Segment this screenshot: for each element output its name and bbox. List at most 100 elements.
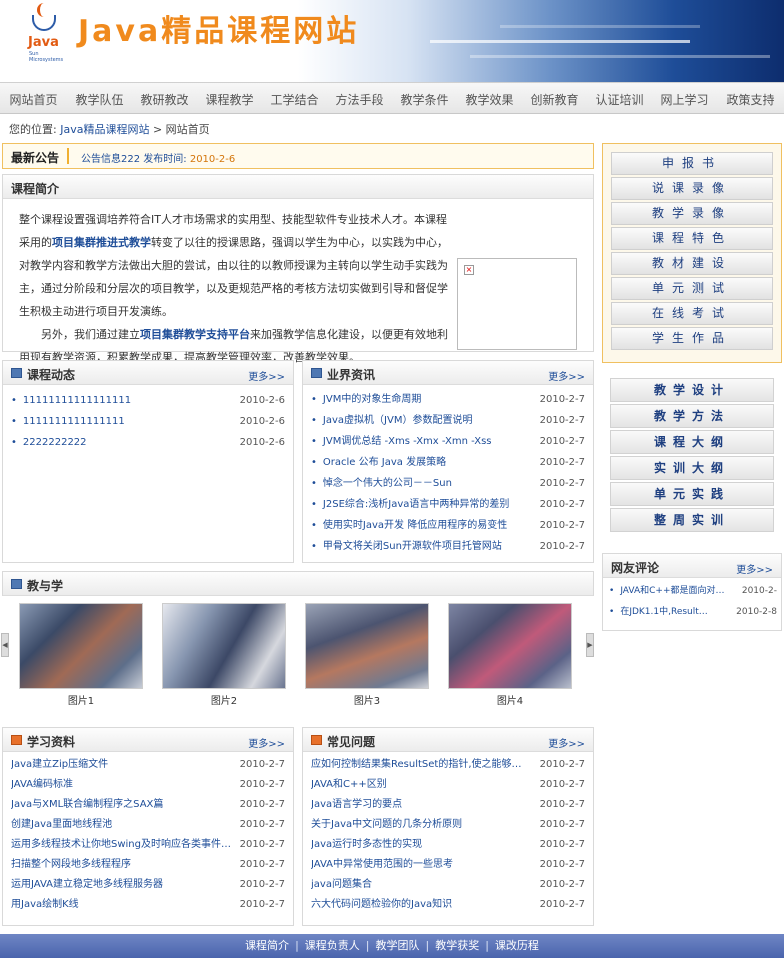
list-item-text[interactable]: 甲骨文将关闭Sun开源软件项目托管网站 [311, 536, 502, 557]
list-item-text[interactable]: 创建Java里面地线程池 [11, 815, 112, 835]
nav-item-online-learning[interactable]: 网上学习 [652, 83, 717, 113]
nav-item-home[interactable]: 网站首页 [0, 83, 67, 113]
list-item[interactable]: 11111111111111111 2010-2-6 [3, 390, 293, 411]
nav-item-course-teaching[interactable]: 课程教学 [197, 83, 262, 113]
scroll-right-arrow-icon[interactable]: ▶ [586, 633, 594, 657]
nav-item-team[interactable]: 教学队伍 [67, 83, 132, 113]
gallery-photo[interactable] [305, 603, 429, 689]
gallery-photo[interactable] [19, 603, 143, 689]
nav-item-research[interactable]: 教研教改 [132, 83, 197, 113]
intro-highlight-link[interactable]: 项目集群教学支持平台 [140, 328, 250, 341]
study-materials-more-link[interactable]: 更多>> [248, 735, 285, 750]
nav-item-effects[interactable]: 教学效果 [457, 83, 522, 113]
list-item-text[interactable]: 扫描整个网段地多线程程序 [11, 855, 131, 875]
list-item-text[interactable]: J2SE综合:浅析Java语言中两种异常的差别 [311, 494, 509, 515]
scroll-left-arrow-icon[interactable]: ◀ [1, 633, 9, 657]
list-item[interactable]: 使用实时Java开发 降低应用程序的易变性 2010-2-7 [303, 515, 593, 536]
side-menu-item-teaching-method[interactable]: 教学方法 [610, 404, 774, 428]
side-menu-item-application[interactable]: 申报书 [611, 152, 773, 175]
list-item-text[interactable]: JAVA和C++区别 [311, 775, 387, 795]
side-menu-item-teaching-video[interactable]: 教学录像 [611, 202, 773, 225]
list-item[interactable]: JAVA编码标准 2010-2-7 [3, 775, 293, 795]
side-menu-item-unit-practice[interactable]: 单元实践 [610, 482, 774, 506]
list-item-text[interactable]: JVM调优总结 -Xms -Xmx -Xmn -Xss [311, 431, 492, 452]
side-menu-item-training-outline[interactable]: 实训大纲 [610, 456, 774, 480]
list-item[interactable]: JAVA和C++区别 2010-2-7 [303, 775, 593, 795]
side-menu-item-syllabus[interactable]: 课程大纲 [610, 430, 774, 454]
side-menu-item-student-works[interactable]: 学生作品 [611, 327, 773, 350]
list-item[interactable]: JAVA中异常使用范围的一些思考 2010-2-7 [303, 855, 593, 875]
list-item[interactable]: J2SE综合:浅析Java语言中两种异常的差别 2010-2-7 [303, 494, 593, 515]
side-menu-item-lecture-video[interactable]: 说课录像 [611, 177, 773, 200]
nav-item-conditions[interactable]: 教学条件 [392, 83, 457, 113]
side-menu-item-teaching-design[interactable]: 教学设计 [610, 378, 774, 402]
nav-item-innovation[interactable]: 创新教育 [522, 83, 587, 113]
list-item[interactable]: 应如何控制结果集ResultSet的指针,使之能够… 2010-2-7 [303, 755, 593, 775]
list-item[interactable]: Java与XML联合编制程序之SAX篇 2010-2-7 [3, 795, 293, 815]
list-item-text[interactable]: Java与XML联合编制程序之SAX篇 [11, 795, 163, 815]
intro-highlight-link[interactable]: 项目集群推进式教学 [52, 236, 151, 249]
list-item[interactable]: 运用多线程技术让你地Swing及时响应各类事件… 2010-2-7 [3, 835, 293, 855]
list-item-text[interactable]: JAVA编码标准 [11, 775, 73, 795]
list-item[interactable]: JVM中的对象生命周期 2010-2-7 [303, 389, 593, 410]
list-item[interactable]: java问题集合 2010-2-7 [303, 875, 593, 895]
list-item[interactable]: Oracle 公布 Java 发展策略 2010-2-7 [303, 452, 593, 473]
list-item-text[interactable]: java问题集合 [311, 875, 372, 895]
gallery-photo[interactable] [448, 603, 572, 689]
list-item[interactable]: JVM调优总结 -Xms -Xmx -Xmn -Xss 2010-2-7 [303, 431, 593, 452]
list-item[interactable]: 创建Java里面地线程池 2010-2-7 [3, 815, 293, 835]
nav-item-policy[interactable]: 政策支持 [717, 83, 784, 113]
faq-more-link[interactable]: 更多>> [548, 735, 585, 750]
list-item[interactable]: 甲骨文将关闭Sun开源软件项目托管网站 2010-2-7 [303, 536, 593, 557]
list-item-text[interactable]: 应如何控制结果集ResultSet的指针,使之能够… [311, 755, 522, 775]
side-menu-item-online-exam[interactable]: 在线考试 [611, 302, 773, 325]
list-item-text[interactable]: 11111111111111111 [11, 390, 131, 411]
list-item-text[interactable]: 六大代码问题检验你的Java知识 [311, 895, 452, 915]
list-item-text[interactable]: 悼念一个伟大的公司－－Sun [311, 473, 452, 494]
side-menu-item-weekly-training[interactable]: 整周实训 [610, 508, 774, 532]
side-menu-item-textbooks[interactable]: 教材建设 [611, 252, 773, 275]
list-item-text[interactable]: 运用JAVA建立稳定地多线程服务器 [11, 875, 163, 895]
list-item-text[interactable]: 运用多线程技术让你地Swing及时响应各类事件… [11, 835, 231, 855]
list-item[interactable]: 1111111111111111 2010-2-6 [3, 411, 293, 432]
list-item-text[interactable]: 在JDK1.1中,Result… [609, 602, 707, 623]
nav-item-certification[interactable]: 认证培训 [587, 83, 652, 113]
footer-link-teaching-team[interactable]: 教学团队 [376, 939, 420, 952]
side-menu-item-unit-test[interactable]: 单元测试 [611, 277, 773, 300]
footer-link-course-leader[interactable]: 课程负责人 [305, 939, 360, 952]
list-item[interactable]: 悼念一个伟大的公司－－Sun 2010-2-7 [303, 473, 593, 494]
list-item-text[interactable]: 关于Java中文问题的几条分析原则 [311, 815, 462, 835]
list-item-text[interactable]: 1111111111111111 [11, 411, 125, 432]
list-item[interactable]: 运用JAVA建立稳定地多线程服务器 2010-2-7 [3, 875, 293, 895]
list-item[interactable]: 2222222222 2010-2-6 [3, 432, 293, 453]
list-item[interactable]: Java语言学习的要点 2010-2-7 [303, 795, 593, 815]
list-item[interactable]: Java建立Zip压缩文件 2010-2-7 [3, 755, 293, 775]
list-item[interactable]: JAVA和C++都是面向对… 2010-2- [603, 581, 781, 602]
list-item-text[interactable]: 用Java绘制K线 [11, 895, 79, 915]
list-item-text[interactable]: Java建立Zip压缩文件 [11, 755, 108, 775]
photo-caption[interactable]: 图片2 [162, 692, 286, 707]
list-item[interactable]: 关于Java中文问题的几条分析原则 2010-2-7 [303, 815, 593, 835]
list-item-text[interactable]: Java运行时多态性的实现 [311, 835, 422, 855]
side-menu-item-features[interactable]: 课程特色 [611, 227, 773, 250]
list-item-text[interactable]: 2222222222 [11, 432, 87, 453]
list-item-text[interactable]: JAVA中异常使用范围的一些思考 [311, 855, 453, 875]
nav-item-work-study[interactable]: 工学结合 [262, 83, 327, 113]
java-logo[interactable]: Java Sun Microsystems [24, 3, 64, 63]
industry-news-more-link[interactable]: 更多>> [548, 368, 585, 383]
list-item-text[interactable]: Java虚拟机（JVM）参数配置说明 [311, 410, 473, 431]
photo-caption[interactable]: 图片4 [448, 692, 572, 707]
notice-item[interactable]: 公告信息222 发布时间: 2010-2-6 [81, 150, 235, 165]
list-item-text[interactable]: Oracle 公布 Java 发展策略 [311, 452, 446, 473]
gallery-photo[interactable] [162, 603, 286, 689]
list-item[interactable]: Java运行时多态性的实现 2010-2-7 [303, 835, 593, 855]
footer-link-awards[interactable]: 教学获奖 [435, 939, 479, 952]
photo-caption[interactable]: 图片3 [305, 692, 429, 707]
photo-caption[interactable]: 图片1 [19, 692, 143, 707]
list-item[interactable]: 六大代码问题检验你的Java知识 2010-2-7 [303, 895, 593, 915]
list-item-text[interactable]: Java语言学习的要点 [311, 795, 402, 815]
course-news-more-link[interactable]: 更多>> [248, 368, 285, 383]
comments-more-link[interactable]: 更多>> [736, 561, 773, 576]
list-item-text[interactable]: 使用实时Java开发 降低应用程序的易变性 [311, 515, 507, 536]
breadcrumb-site-link[interactable]: Java精品课程网站 [60, 123, 149, 136]
